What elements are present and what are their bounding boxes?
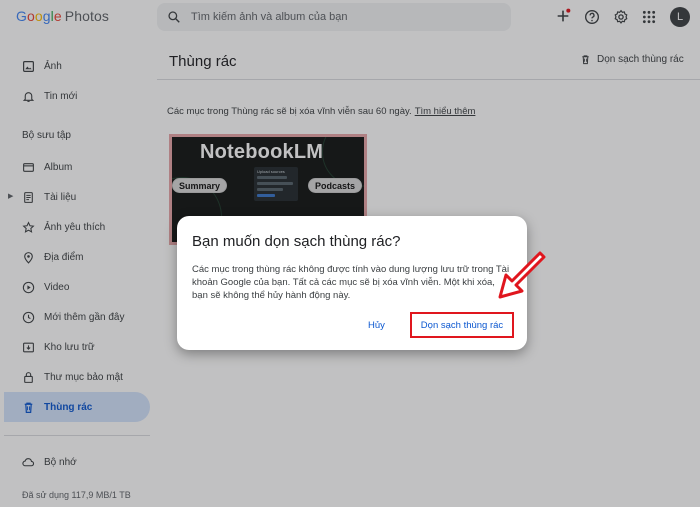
cancel-button[interactable]: Hủy — [368, 320, 385, 331]
annotation-arrow-icon — [498, 251, 546, 299]
dialog-body: Các mục trong thùng rác không được tính … — [192, 264, 510, 301]
confirm-empty-trash-dialog: Bạn muốn dọn sạch thùng rác? Các mục tro… — [177, 216, 527, 350]
dialog-title: Bạn muốn dọn sạch thùng rác? — [192, 233, 401, 250]
confirm-empty-trash-button[interactable]: Dọn sạch thùng rác — [410, 312, 514, 338]
